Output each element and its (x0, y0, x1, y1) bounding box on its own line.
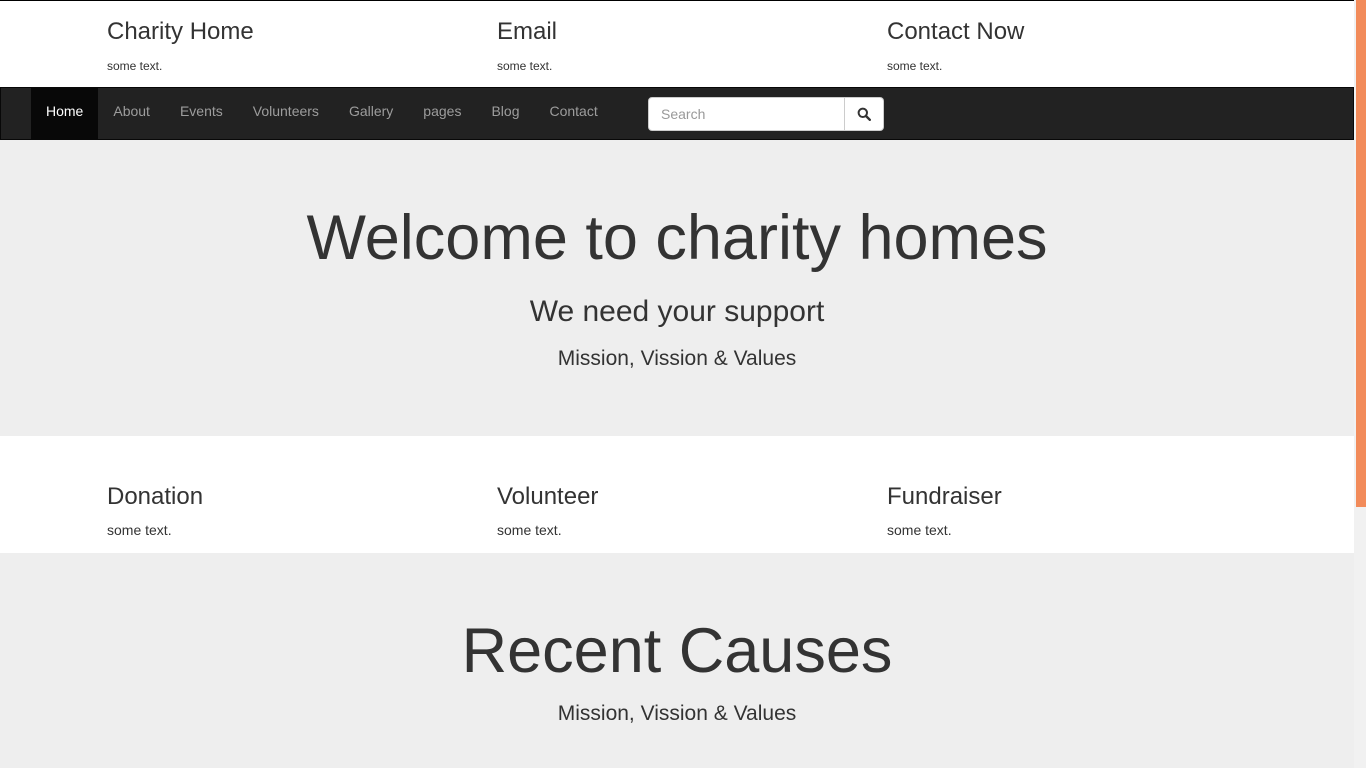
scrollbar-thumb[interactable] (1356, 0, 1366, 507)
search-input[interactable] (648, 97, 845, 131)
nav-link-events[interactable]: Events (165, 88, 238, 139)
nav-item-gallery: Gallery (334, 88, 408, 139)
info-title: Email (497, 18, 558, 45)
nav-link-gallery[interactable]: Gallery (334, 88, 408, 139)
navbar: Home About Events Volunteers Gallery pag… (0, 87, 1354, 140)
nav-item-about: About (98, 88, 165, 139)
feature-text: some text. (497, 522, 562, 538)
search-button[interactable] (845, 97, 884, 131)
nav-link-about[interactable]: About (98, 88, 165, 139)
recent-causes-section: Recent Causes Mission, Vission & Values (0, 553, 1354, 768)
nav-item-pages: pages (408, 88, 476, 139)
feature-title: Volunteer (497, 483, 599, 510)
causes-tagline: Mission, Vission & Values (557, 702, 797, 725)
feature-title: Fundraiser (887, 483, 1002, 510)
hero-subtitle: We need your support (529, 295, 825, 328)
page: Charity Home some text. Email some text.… (0, 0, 1354, 768)
info-title: Contact Now (887, 18, 1025, 45)
feature-fundraiser: Fundraiser some text. (887, 436, 1002, 539)
search-icon (857, 107, 871, 121)
hero-tagline: Mission, Vission & Values (557, 347, 797, 370)
feature-volunteer: Volunteer some text. (497, 436, 599, 539)
info-email: Email some text. (497, 1, 558, 74)
features-section: Donation some text. Volunteer some text.… (0, 436, 1354, 553)
info-contact-now: Contact Now some text. (887, 1, 1025, 74)
page-scrollbar[interactable] (1354, 0, 1366, 768)
top-info-bar: Charity Home some text. Email some text.… (0, 0, 1354, 87)
nav-link-blog[interactable]: Blog (476, 88, 534, 139)
nav-item-blog: Blog (476, 88, 534, 139)
hero-title: Welcome to charity homes (306, 203, 1048, 273)
nav-item-events: Events (165, 88, 238, 139)
info-text: some text. (497, 59, 553, 73)
info-text: some text. (107, 59, 163, 73)
hero-section: Welcome to charity homes We need your su… (0, 140, 1354, 436)
nav-link-pages[interactable]: pages (408, 88, 476, 139)
nav-item-contact: Contact (534, 88, 612, 139)
nav-menu: Home About Events Volunteers Gallery pag… (31, 88, 613, 139)
feature-title: Donation (107, 483, 204, 510)
nav-link-volunteers[interactable]: Volunteers (238, 88, 334, 139)
nav-item-volunteers: Volunteers (238, 88, 334, 139)
feature-text: some text. (107, 522, 172, 538)
info-text: some text. (887, 59, 943, 73)
feature-text: some text. (887, 522, 952, 538)
nav-link-home[interactable]: Home (31, 88, 99, 139)
info-charity-home: Charity Home some text. (107, 1, 254, 74)
search-form (648, 97, 884, 131)
causes-title: Recent Causes (461, 616, 893, 686)
info-title: Charity Home (107, 18, 254, 45)
nav-item-home: Home (31, 88, 99, 139)
nav-link-contact[interactable]: Contact (534, 88, 612, 139)
feature-donation: Donation some text. (107, 436, 204, 539)
